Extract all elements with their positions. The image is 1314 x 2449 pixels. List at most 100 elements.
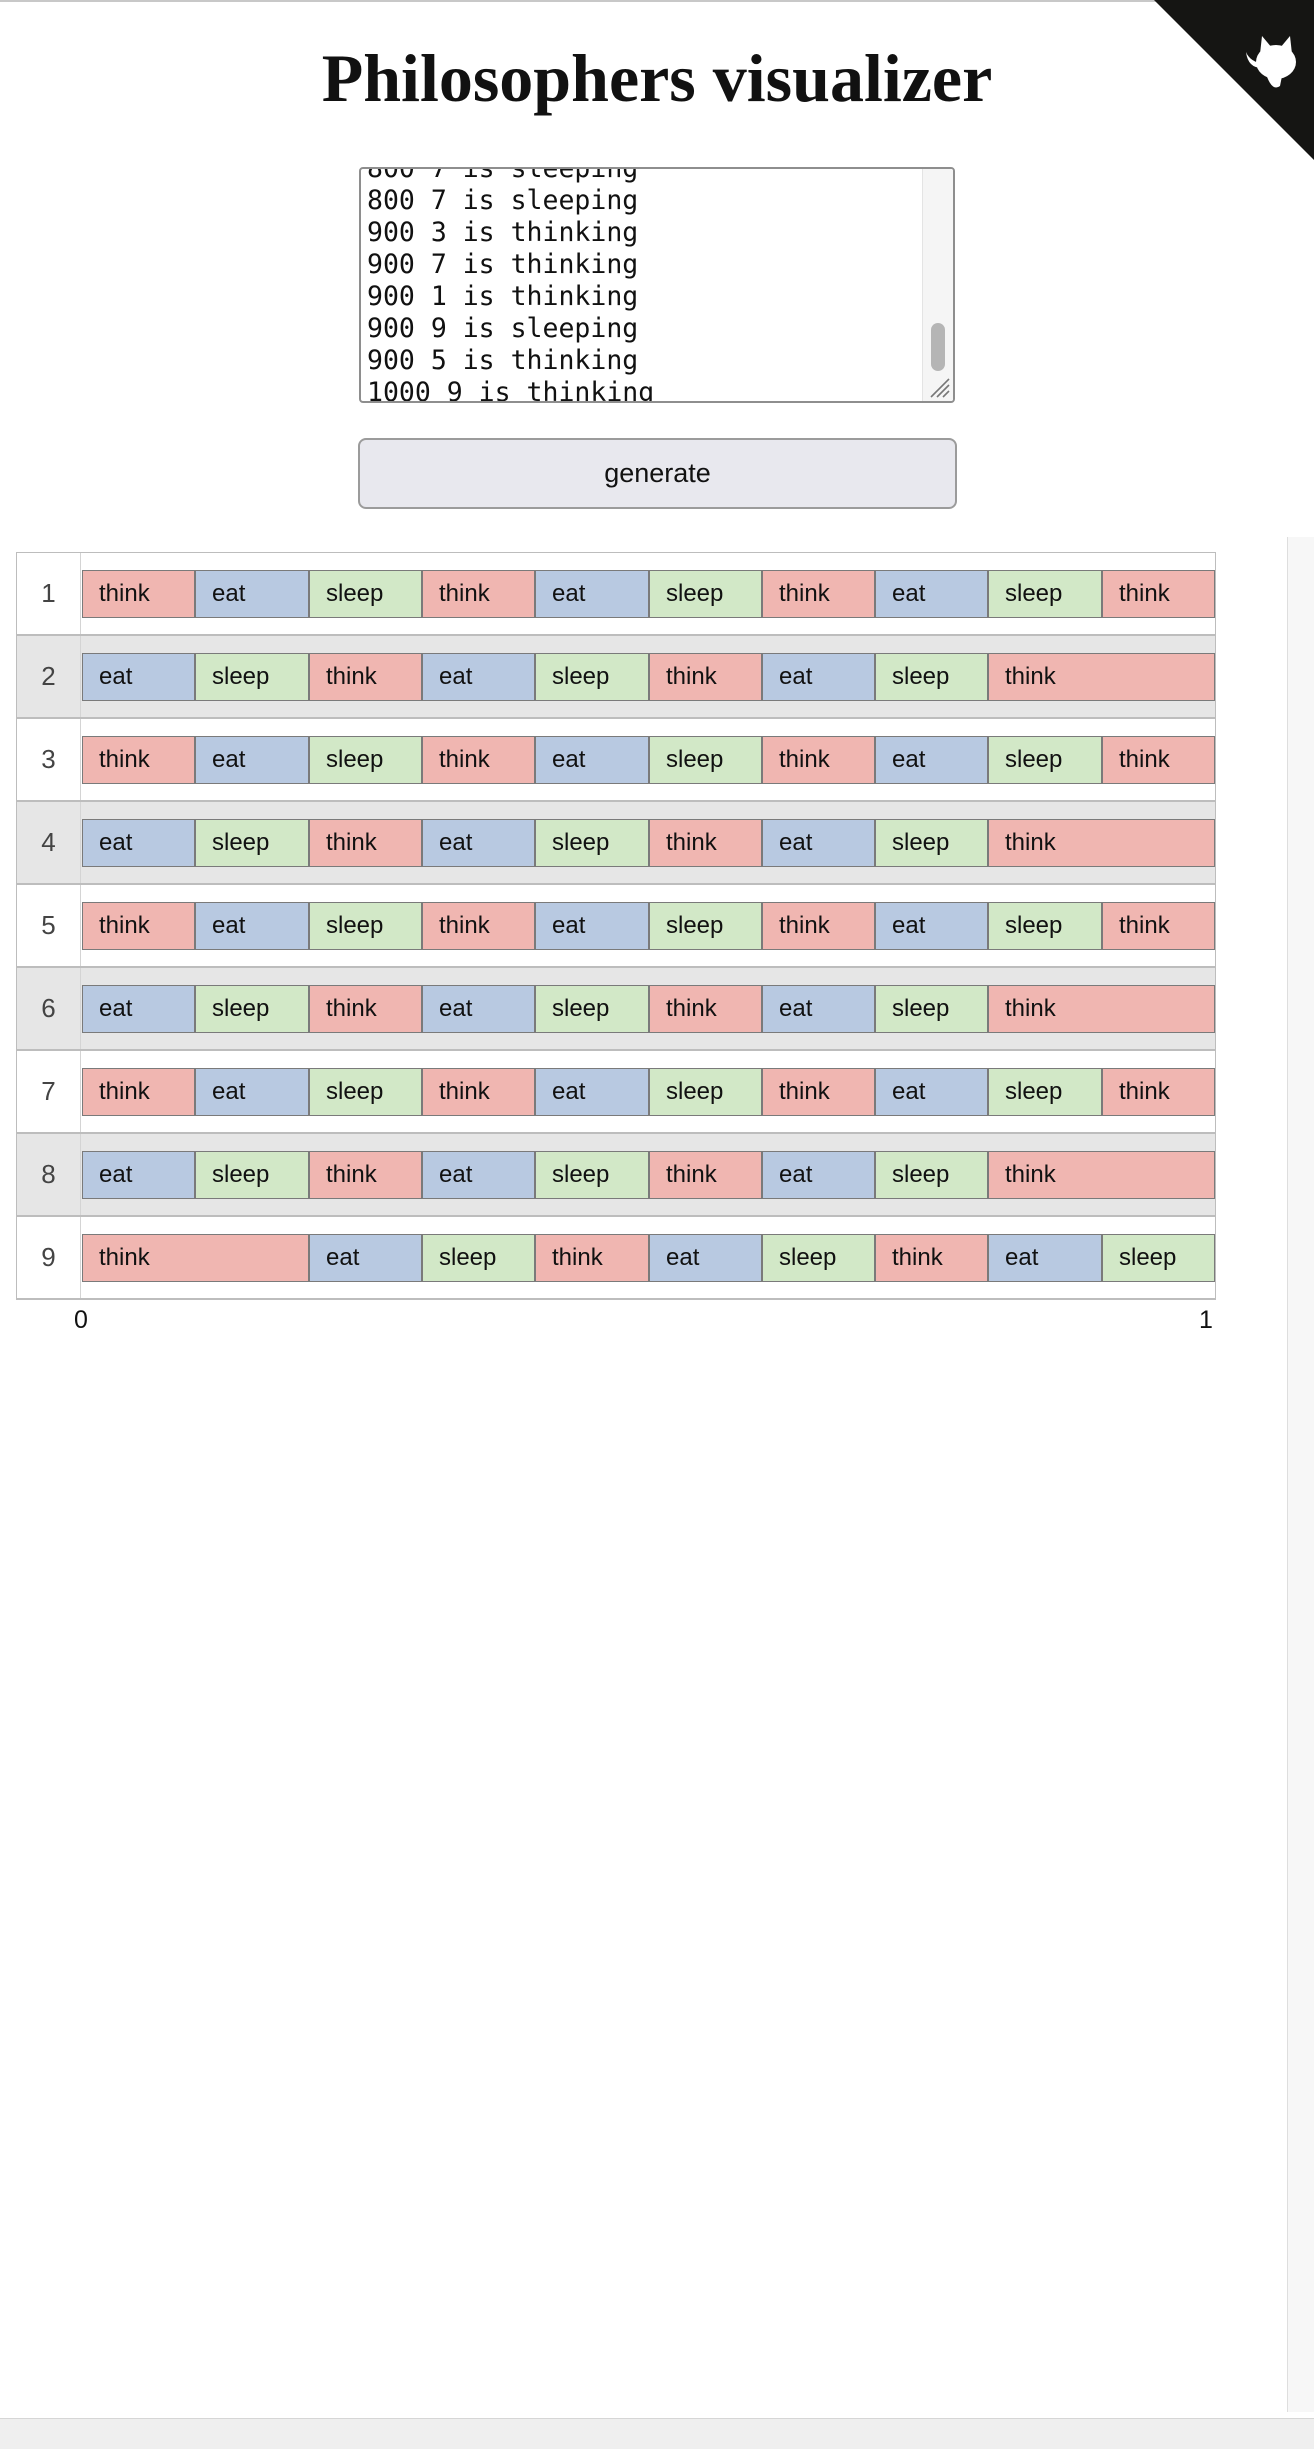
- philosopher-row: 8 eat sleep think eat sleep think eat sleep think: [17, 1134, 1215, 1217]
- state-segment-eat: eat: [535, 902, 649, 950]
- state-segment-sleep: sleep: [988, 570, 1102, 618]
- page-scrollbar[interactable]: [1287, 537, 1314, 2412]
- state-segment-sleep: sleep: [649, 902, 762, 950]
- state-segment-think: think: [649, 1151, 762, 1199]
- state-segment-sleep: sleep: [535, 819, 649, 867]
- state-segment-think: think: [309, 1151, 422, 1199]
- state-segment-eat: eat: [875, 736, 988, 784]
- state-segment-eat: eat: [422, 653, 535, 701]
- state-segment-think: think: [762, 570, 875, 618]
- state-segment-sleep: sleep: [535, 1151, 649, 1199]
- state-segment-eat: eat: [535, 736, 649, 784]
- state-segment-think: think: [422, 736, 535, 784]
- state-segment-sleep: sleep: [988, 736, 1102, 784]
- log-text[interactable]: 800 7 is sleeping 800 7 is sleeping 900 3 …: [367, 167, 655, 403]
- state-segment-think: think: [988, 985, 1215, 1033]
- state-segment-think: think: [649, 985, 762, 1033]
- state-segment-think: think: [988, 1151, 1215, 1199]
- state-segment-eat: eat: [82, 819, 195, 867]
- state-segment-think: think: [1102, 1068, 1215, 1116]
- philosopher-id: 2: [17, 636, 81, 717]
- state-segment-sleep: sleep: [195, 1151, 309, 1199]
- philosopher-row: 7 think eat sleep think eat sleep think eat sleep…: [17, 1051, 1215, 1134]
- state-segment-think: think: [309, 819, 422, 867]
- state-segment-sleep: sleep: [875, 819, 988, 867]
- state-segment-sleep: sleep: [309, 736, 422, 784]
- state-segment-think: think: [1102, 902, 1215, 950]
- log-scrollbar[interactable]: [922, 169, 953, 401]
- state-segment-eat: eat: [422, 819, 535, 867]
- log-textarea[interactable]: 800 7 is sleeping 800 7 is sleeping 900 3 …: [359, 167, 955, 403]
- state-segment-eat: eat: [82, 1151, 195, 1199]
- state-segment-sleep: sleep: [649, 1068, 762, 1116]
- state-segment-think: think: [309, 985, 422, 1033]
- state-segment-sleep: sleep: [875, 1151, 988, 1199]
- philosopher-id: 5: [17, 885, 81, 966]
- philosopher-row: 6 eat sleep think eat sleep think eat sleep think: [17, 968, 1215, 1051]
- philosopher-id: 9: [17, 1217, 81, 1298]
- state-segment-sleep: sleep: [535, 653, 649, 701]
- state-segment-think: think: [762, 1068, 875, 1116]
- state-segment-sleep: sleep: [309, 902, 422, 950]
- state-segment-think: think: [875, 1234, 988, 1282]
- philosophers-timeline: 1 think eat sleep think eat sleep think eat sleep…: [16, 552, 1216, 1300]
- log-line: 900 1 is thinking: [367, 281, 639, 312]
- state-segment-think: think: [649, 653, 762, 701]
- state-segment-eat: eat: [195, 736, 309, 784]
- philosopher-id: 3: [17, 719, 81, 800]
- philosopher-id: 7: [17, 1051, 81, 1132]
- state-segment-think: think: [988, 653, 1215, 701]
- log-line: 800 7 is sleeping: [367, 167, 639, 184]
- resize-grip-icon[interactable]: [927, 375, 951, 399]
- state-segment-eat: eat: [195, 902, 309, 950]
- state-segment-eat: eat: [82, 985, 195, 1033]
- state-segment-think: think: [422, 1068, 535, 1116]
- philosopher-row: 2 eat sleep think eat sleep think eat sleep think: [17, 636, 1215, 719]
- philosopher-timeline-bar: think eat sleep think eat sleep think eat sleep t…: [82, 736, 1215, 784]
- state-segment-eat: eat: [875, 570, 988, 618]
- philosopher-row: 1 think eat sleep think eat sleep think eat sleep…: [17, 553, 1215, 636]
- state-segment-think: think: [82, 902, 195, 950]
- state-segment-sleep: sleep: [195, 819, 309, 867]
- state-segment-eat: eat: [762, 819, 875, 867]
- page-title: Philosophers visualizer: [321, 40, 993, 116]
- state-segment-think: think: [82, 570, 195, 618]
- state-segment-eat: eat: [535, 1068, 649, 1116]
- state-segment-eat: eat: [762, 1151, 875, 1199]
- state-segment-sleep: sleep: [535, 985, 649, 1033]
- state-segment-think: think: [762, 736, 875, 784]
- log-line: 800 7 is sleeping: [367, 185, 639, 216]
- philosopher-id: 6: [17, 968, 81, 1049]
- philosopher-row: 4 eat sleep think eat sleep think eat sleep think: [17, 802, 1215, 885]
- state-segment-eat: eat: [762, 985, 875, 1033]
- state-segment-sleep: sleep: [649, 570, 762, 618]
- philosopher-timeline-bar: eat sleep think eat sleep think eat sleep think: [82, 1151, 1215, 1199]
- philosopher-timeline-bar: think eat sleep think eat sleep think eat sleep t…: [82, 902, 1215, 950]
- state-segment-eat: eat: [195, 570, 309, 618]
- state-segment-eat: eat: [875, 902, 988, 950]
- state-segment-think: think: [422, 902, 535, 950]
- log-line: 900 9 is sleeping: [367, 313, 639, 344]
- state-segment-eat: eat: [82, 653, 195, 701]
- state-segment-sleep: sleep: [988, 902, 1102, 950]
- log-line: 1000 9 is thinking: [367, 377, 655, 403]
- log-scrollbar-thumb[interactable]: [931, 323, 945, 371]
- bottom-scrollbar[interactable]: [0, 2418, 1314, 2449]
- philosopher-timeline-bar: eat sleep think eat sleep think eat sleep think: [82, 819, 1215, 867]
- state-segment-eat: eat: [535, 570, 649, 618]
- philosopher-row: 9 think eat sleep think eat sleep think eat sleep: [17, 1217, 1215, 1300]
- state-segment-eat: eat: [762, 653, 875, 701]
- state-segment-think: think: [82, 1234, 309, 1282]
- philosopher-id: 8: [17, 1134, 81, 1215]
- state-segment-think: think: [422, 570, 535, 618]
- state-segment-think: think: [82, 1068, 195, 1116]
- state-segment-sleep: sleep: [1102, 1234, 1215, 1282]
- philosopher-timeline-bar: think eat sleep think eat sleep think eat sleep t…: [82, 1068, 1215, 1116]
- generate-button[interactable]: generate: [358, 438, 957, 509]
- state-segment-eat: eat: [422, 1151, 535, 1199]
- philosopher-id: 1: [17, 553, 81, 634]
- philosopher-timeline-bar: eat sleep think eat sleep think eat sleep think: [82, 985, 1215, 1033]
- state-segment-sleep: sleep: [762, 1234, 875, 1282]
- state-segment-eat: eat: [422, 985, 535, 1033]
- window-top-border: [0, 0, 1314, 2]
